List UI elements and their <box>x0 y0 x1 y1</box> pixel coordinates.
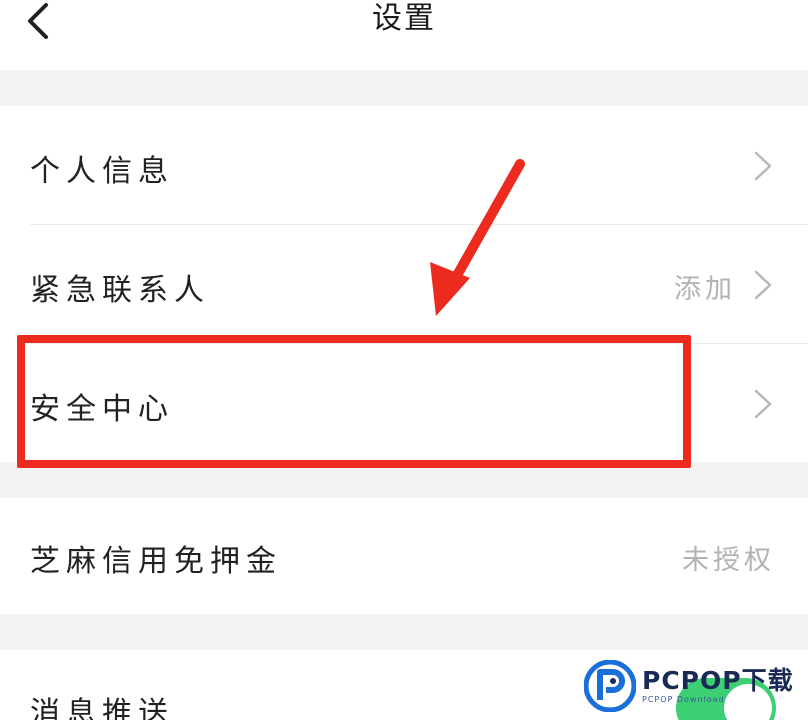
zhima-credit-value: 未授权 <box>682 545 775 576</box>
section-gap <box>0 70 808 106</box>
watermark-title: PCPOP下载 <box>642 666 794 695</box>
settings-item-label: 消息推送 <box>30 696 174 720</box>
emergency-contact-value: 添加 <box>674 274 736 305</box>
chevron-right-icon <box>754 151 772 181</box>
settings-item-personal-info[interactable]: 个人信息 <box>0 106 808 224</box>
nav-header: 设置 <box>0 0 808 70</box>
chevron-right-icon <box>754 270 772 300</box>
page-title: 设置 <box>372 1 436 36</box>
chevron-right-icon <box>754 389 772 419</box>
settings-item-label: 紧急联系人 <box>30 273 210 308</box>
settings-item-label: 个人信息 <box>30 154 174 189</box>
pcpop-logo-icon <box>584 660 636 712</box>
settings-item-zhima-credit[interactable]: 芝麻信用免押金 未授权 <box>0 498 808 614</box>
settings-item-emergency-contact[interactable]: 紧急联系人 添加 <box>0 225 808 343</box>
highlight-box <box>17 335 691 468</box>
section-gap <box>0 614 808 650</box>
watermark-subtitle: PCPOP Download <box>642 695 725 704</box>
watermark: PCPOP下载 PCPOP Download <box>584 652 808 720</box>
settings-item-label: 芝麻信用免押金 <box>30 544 282 579</box>
